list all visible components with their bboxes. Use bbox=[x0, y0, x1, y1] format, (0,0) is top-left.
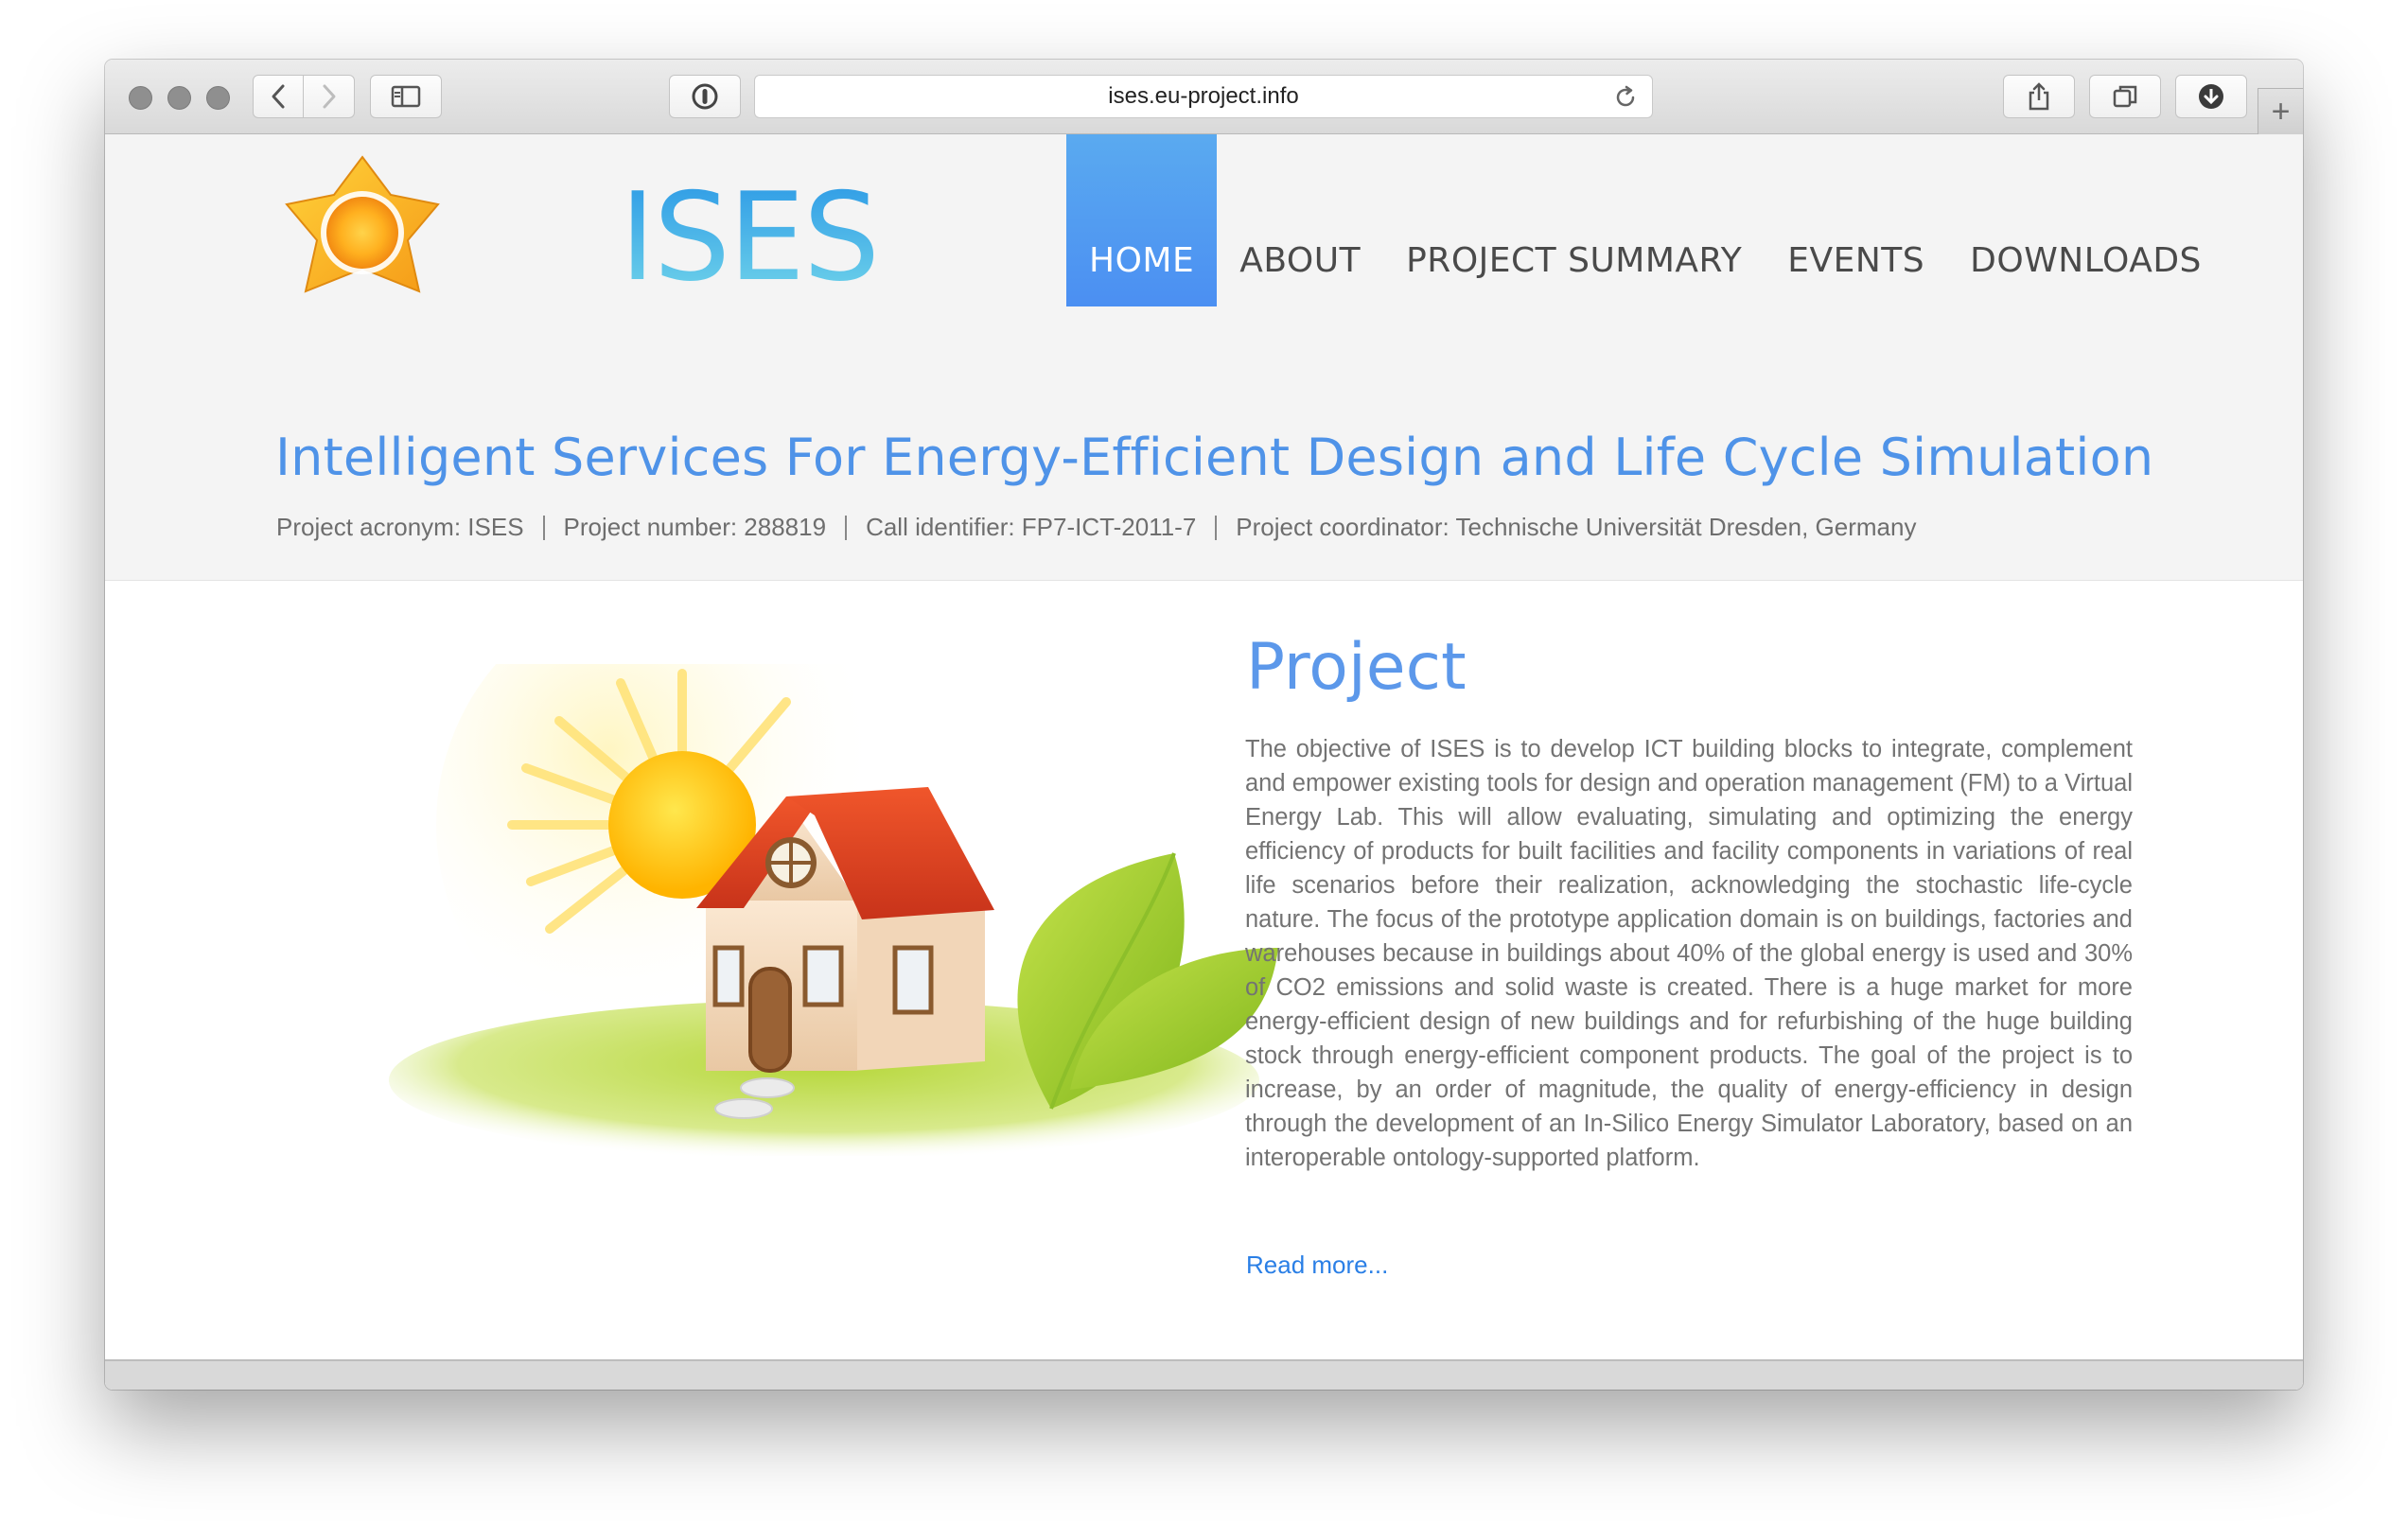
nav-about[interactable]: ABOUT bbox=[1217, 134, 1383, 306]
meta-acronym: Project acronym: ISES bbox=[276, 513, 524, 541]
meta-number: Project number: 288819 bbox=[563, 513, 827, 541]
address-bar[interactable]: ises.eu-project.info bbox=[754, 75, 1653, 118]
reload-icon[interactable] bbox=[1612, 84, 1639, 111]
forward-button[interactable] bbox=[304, 75, 355, 118]
web-page: ISES HOME ABOUT PROJECT SUMMARY EVENTS D… bbox=[105, 134, 2303, 1390]
back-button[interactable] bbox=[253, 75, 304, 118]
sidebar-icon bbox=[391, 85, 421, 108]
meta-coordinator: Project coordinator: Technische Universi… bbox=[1236, 513, 1917, 541]
project-description: The objective of ISES is to develop ICT … bbox=[1245, 736, 2133, 1171]
sun-logo-icon bbox=[285, 155, 440, 293]
plus-icon: + bbox=[2271, 93, 2291, 130]
share-icon bbox=[2029, 82, 2049, 111]
nav-home[interactable]: HOME bbox=[1066, 134, 1218, 306]
close-window-button[interactable] bbox=[129, 86, 152, 110]
main-navigation: HOME ABOUT PROJECT SUMMARY EVENTS DOWNLO… bbox=[1066, 134, 2224, 306]
site-header: ISES HOME ABOUT PROJECT SUMMARY EVENTS D… bbox=[105, 134, 2303, 581]
url-text: ises.eu-project.info bbox=[1108, 83, 1299, 109]
meta-divider bbox=[845, 515, 848, 540]
meta-divider bbox=[542, 515, 545, 540]
sidebar-toggle-button[interactable] bbox=[370, 75, 442, 118]
house-illustration bbox=[389, 664, 1278, 1156]
downloads-button[interactable] bbox=[2175, 75, 2247, 118]
share-button[interactable] bbox=[2003, 75, 2075, 118]
page-headline: Intelligent Services For Energy-Efficien… bbox=[275, 428, 2154, 487]
site-logo[interactable]: ISES bbox=[277, 149, 880, 320]
meta-divider bbox=[1215, 515, 1218, 540]
download-icon bbox=[2199, 84, 2223, 109]
chevron-right-icon bbox=[323, 84, 335, 109]
nav-downloads[interactable]: DOWNLOADS bbox=[1947, 134, 2224, 306]
new-tab-button[interactable]: + bbox=[2258, 88, 2303, 134]
chevron-left-icon bbox=[272, 84, 285, 109]
zoom-window-button[interactable] bbox=[206, 86, 230, 110]
nav-events[interactable]: EVENTS bbox=[1765, 134, 1947, 306]
password-manager-button[interactable] bbox=[669, 75, 741, 118]
minimize-window-button[interactable] bbox=[167, 86, 191, 110]
tabs-icon bbox=[2113, 85, 2137, 108]
project-meta: Project acronym: ISES Project number: 28… bbox=[276, 513, 1916, 542]
browser-window: ises.eu-project.info + ISES HOME ABOUT P… bbox=[105, 60, 2303, 1390]
tabs-overview-button[interactable] bbox=[2089, 75, 2161, 118]
browser-toolbar: ises.eu-project.info + bbox=[105, 60, 2303, 134]
page-bottom-bar bbox=[105, 1359, 2303, 1390]
info-circle-icon bbox=[692, 83, 718, 110]
meta-call: Call identifier: FP7-ICT-2011-7 bbox=[866, 513, 1197, 541]
nav-project-summary[interactable]: PROJECT SUMMARY bbox=[1383, 134, 1765, 306]
logo-text: ISES bbox=[620, 167, 880, 308]
project-heading: Project bbox=[1246, 630, 1467, 705]
read-more-link[interactable]: Read more... bbox=[1246, 1251, 1388, 1280]
